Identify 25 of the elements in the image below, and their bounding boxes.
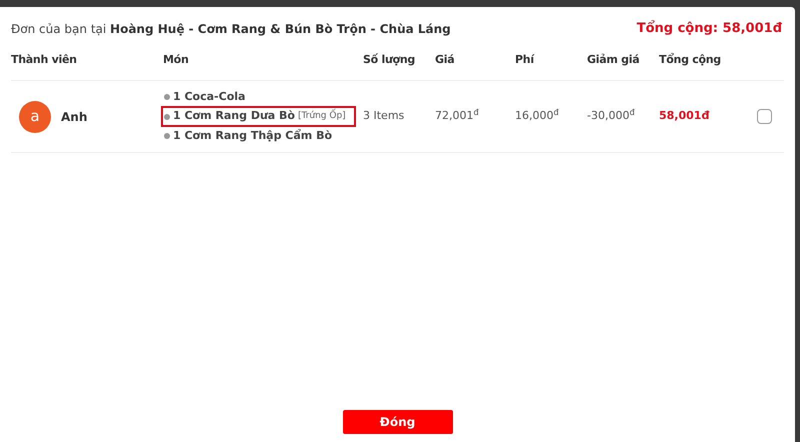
- bullet-icon: [164, 94, 170, 100]
- column-header: Phí: [515, 52, 536, 68]
- bullet-icon: [164, 114, 170, 120]
- discount-cell-text: -30,000$^{đ}$: [587, 108, 636, 124]
- column-header: Tổng cộng: [659, 52, 722, 68]
- item-note: [Trứng Ốp]: [298, 110, 346, 123]
- column-header: Giảm giá: [587, 52, 640, 68]
- grand-total: Tổng cộng: 58,001đ: [636, 19, 783, 38]
- item-text: 1 Cơm Rang Thập Cẩm Bò: [173, 128, 332, 144]
- row-checkbox[interactable]: [757, 109, 772, 124]
- column-header: Giá: [435, 52, 456, 68]
- close-button[interactable]: Đóng: [342, 410, 452, 434]
- fee-cell-text: 16,000$^{đ}$: [515, 108, 560, 124]
- item-text: 1 Coca-Cola: [173, 88, 246, 105]
- column-header: Món: [163, 52, 190, 68]
- dialog-title: Đơn của bạn tại Hoàng Huệ - Cơm Rang & Bún Bò Trộn - Chùa Láng: [11, 20, 451, 38]
- bullet-icon: [164, 133, 170, 139]
- item-text: 1 Cơm Rang Dưa Bò: [173, 108, 295, 124]
- total-cell-text: 58,001đ: [659, 108, 710, 124]
- quantity-cell-text: 3 Items: [363, 108, 406, 124]
- price-cell-text: 72,001$^{đ}$: [435, 108, 480, 124]
- column-header: Số lượng: [363, 52, 416, 68]
- avatar: a: [19, 100, 51, 132]
- member-name: Anh: [61, 108, 88, 126]
- column-header: Thành viên: [11, 52, 78, 68]
